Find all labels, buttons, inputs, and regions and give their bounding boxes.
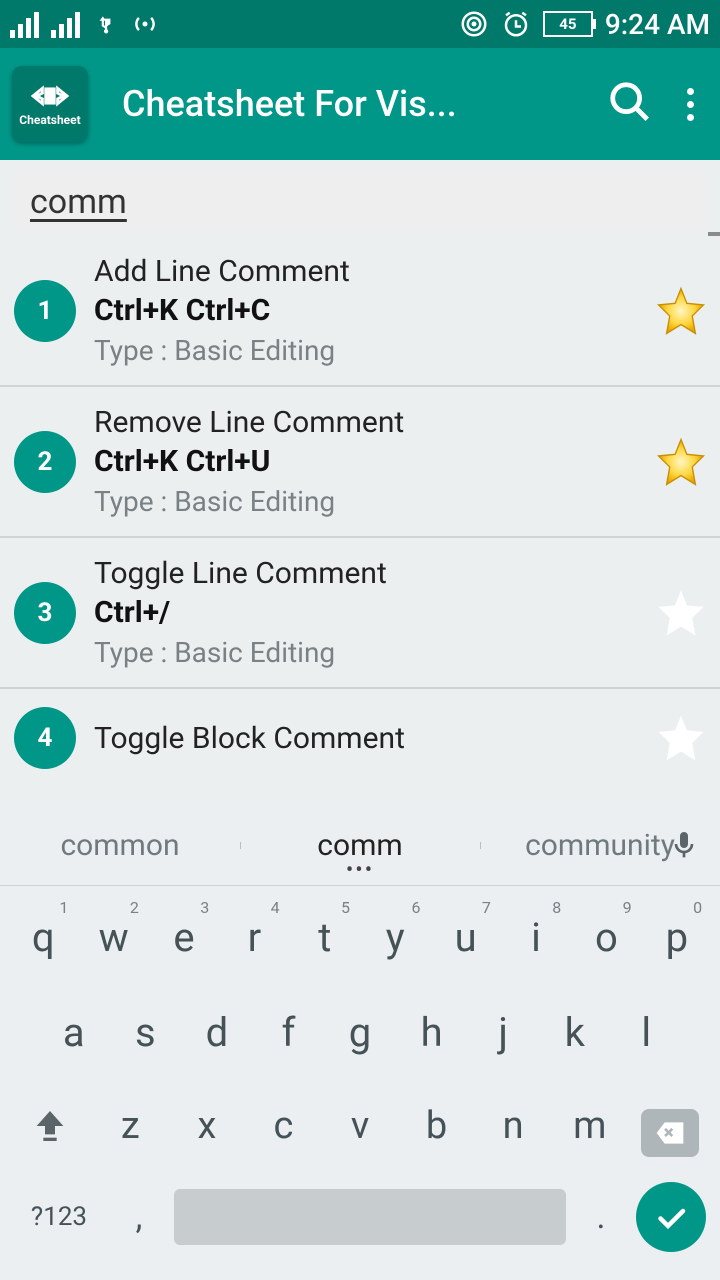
usb-icon [92, 9, 118, 39]
row-number: 3 [14, 582, 76, 644]
key-y[interactable]: 6y [360, 898, 430, 977]
row-type: Type : Basic Editing [94, 485, 654, 518]
key-r[interactable]: 4r [219, 898, 289, 977]
key-h[interactable]: h [396, 993, 468, 1072]
period-key[interactable]: . [576, 1197, 626, 1237]
row-title: Toggle Block Comment [94, 721, 654, 756]
search-button[interactable] [587, 79, 673, 129]
list-item[interactable]: 3 Toggle Line Comment Ctrl+/ Type : Basic E… [0, 538, 720, 689]
mic-icon[interactable] [668, 824, 700, 868]
star-icon[interactable] [654, 711, 708, 765]
app-icon[interactable]: Cheatsheet [12, 66, 88, 142]
list-item[interactable]: 4 Toggle Block Comment [0, 689, 720, 769]
star-icon[interactable] [654, 435, 708, 489]
cast-icon [459, 9, 489, 39]
search-input[interactable]: comm [14, 172, 706, 230]
status-bar: 45 9:24 AM [0, 0, 720, 48]
key-b[interactable]: b [398, 1088, 475, 1164]
suggestion[interactable]: common [0, 828, 240, 863]
key-w[interactable]: 2w [78, 898, 148, 977]
results-list: 1 Add Line Comment Ctrl+K Ctrl+C Type : Bas… [0, 236, 720, 769]
key-v[interactable]: v [322, 1088, 399, 1164]
key-e[interactable]: 3e [149, 898, 219, 977]
battery-icon: 45 [543, 11, 593, 37]
expand-suggestions-icon[interactable]: ••• [346, 858, 374, 883]
list-item[interactable]: 2 Remove Line Comment Ctrl+K Ctrl+U Type : … [0, 387, 720, 538]
key-m[interactable]: m [551, 1088, 628, 1164]
alarm-icon [501, 9, 531, 39]
key-i[interactable]: 8i [501, 898, 571, 977]
shift-key[interactable] [8, 1088, 92, 1164]
key-f[interactable]: f [253, 993, 325, 1072]
hotspot-icon [130, 9, 160, 39]
row-number: 4 [14, 707, 76, 769]
key-k[interactable]: k [539, 993, 611, 1072]
star-icon[interactable] [654, 284, 708, 338]
key-l[interactable]: l [611, 993, 683, 1072]
star-icon[interactable] [654, 586, 708, 640]
backspace-key[interactable] [628, 1088, 712, 1164]
row-shortcut: Ctrl+K Ctrl+U [94, 444, 654, 479]
app-bar: Cheatsheet Cheatsheet For Vis... [0, 48, 720, 160]
key-d[interactable]: d [181, 993, 253, 1072]
key-j[interactable]: j [467, 993, 539, 1072]
row-title: Remove Line Comment [94, 405, 654, 440]
key-q[interactable]: 1q [8, 898, 78, 977]
clock: 9:24 AM [605, 8, 710, 41]
key-t[interactable]: 5t [290, 898, 360, 977]
key-a[interactable]: a [38, 993, 110, 1072]
signal-icon [10, 10, 39, 38]
signal-icon [51, 10, 80, 38]
symbols-key[interactable]: ?123 [14, 1202, 104, 1232]
key-g[interactable]: g [324, 993, 396, 1072]
row-type: Type : Basic Editing [94, 334, 654, 367]
row-number: 1 [14, 280, 76, 342]
enter-key[interactable] [636, 1182, 706, 1252]
key-p[interactable]: 0p [642, 898, 712, 977]
key-z[interactable]: z [92, 1088, 169, 1164]
key-s[interactable]: s [110, 993, 182, 1072]
key-x[interactable]: x [169, 1088, 246, 1164]
row-type: Type : Basic Editing [94, 636, 654, 669]
row-shortcut: Ctrl+/ [94, 595, 654, 630]
row-title: Toggle Line Comment [94, 556, 654, 591]
list-item[interactable]: 1 Add Line Comment Ctrl+K Ctrl+C Type : Bas… [0, 236, 720, 387]
suggestion-bar: common comm community ••• [0, 806, 720, 886]
key-u[interactable]: 7u [430, 898, 500, 977]
keyboard: common comm community ••• 1q2w3e4r5t6y7u… [0, 806, 720, 1280]
key-c[interactable]: c [245, 1088, 322, 1164]
space-key[interactable] [174, 1189, 566, 1245]
app-title: Cheatsheet For Vis... [122, 83, 457, 125]
comma-key[interactable]: , [114, 1197, 164, 1237]
row-shortcut: Ctrl+K Ctrl+C [94, 293, 654, 328]
key-n[interactable]: n [475, 1088, 552, 1164]
row-number: 2 [14, 431, 76, 493]
row-title: Add Line Comment [94, 254, 654, 289]
key-o[interactable]: 9o [571, 898, 641, 977]
more-button[interactable] [673, 88, 708, 121]
